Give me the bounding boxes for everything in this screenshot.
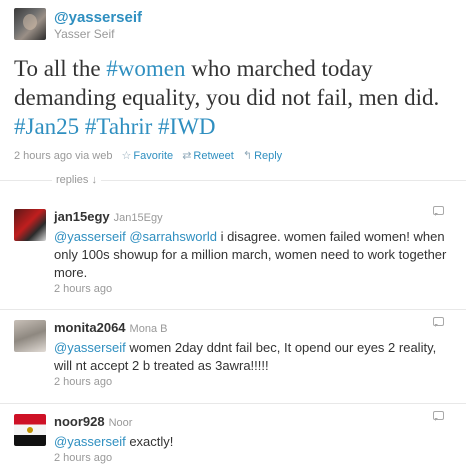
hashtag-jan25[interactable]: #Jan25 (14, 114, 79, 139)
tweet-meta: 2 hours ago via web ☆ Favorite ⇄ Retweet ↰… (14, 149, 282, 162)
reply-screen-name[interactable]: jan15egy Jan15Egy (54, 209, 163, 224)
reply-label: Reply (254, 150, 283, 162)
reply-separator (0, 403, 466, 404)
mention-link[interactable]: @yasserseif (54, 340, 126, 355)
mention-link[interactable]: @yasserseif (54, 434, 126, 449)
hashtag-iwd[interactable]: #IWD (158, 114, 215, 139)
reply-real-name: Jan15Egy (113, 212, 163, 224)
reply-text: @yasserseif women 2day ddnt fail bec, It… (54, 339, 449, 375)
tweet-header: @yasserseif Yasser Seif (14, 8, 454, 41)
mention-link[interactable]: @sarrahsworld (129, 229, 217, 244)
reply-bubble-icon[interactable] (433, 411, 444, 421)
reply-avatar[interactable] (14, 414, 46, 446)
reply-button[interactable]: ↰ Reply (243, 150, 282, 162)
favorite-button[interactable]: ☆ Favorite (122, 150, 174, 162)
tweet-text-segment: To all the (14, 56, 107, 81)
hashtag-women[interactable]: #women (106, 56, 185, 81)
reply-item: noor928 Noor @yasserseif exactly! 2 hours… (0, 411, 466, 470)
retweet-icon: ⇄ (182, 150, 192, 162)
reply-screen-name[interactable]: noor928 Noor (54, 414, 132, 429)
reply-text: @yasserseif exactly! (54, 433, 449, 451)
reply-screen-name-text[interactable]: jan15egy (54, 209, 110, 224)
reply-screen-name[interactable]: monita2064 Mona B (54, 320, 167, 335)
author-screen-name[interactable]: @yasserseif (54, 9, 142, 26)
reply-screen-name-text[interactable]: noor928 (54, 414, 105, 429)
star-icon: ☆ (121, 150, 132, 162)
retweet-button[interactable]: ⇄ Retweet (182, 150, 234, 162)
hashtag-tahrir[interactable]: #Tahrir (85, 114, 152, 139)
reply-real-name: Noor (108, 417, 133, 429)
reply-avatar[interactable] (14, 320, 46, 352)
reply-text: @yasserseif @sarrahsworld i disagree. wo… (54, 228, 449, 282)
reply-timestamp[interactable]: 2 hours ago (54, 452, 112, 464)
favorite-label: Favorite (133, 150, 174, 162)
author-avatar[interactable] (14, 8, 46, 40)
reply-timestamp[interactable]: 2 hours ago (54, 283, 112, 295)
reply-item: jan15egy Jan15Egy @yasserseif @sarrahswor… (0, 206, 466, 299)
retweet-label: Retweet (193, 150, 234, 162)
reply-timestamp[interactable]: 2 hours ago (54, 376, 112, 388)
mention-link[interactable]: @yasserseif (54, 229, 126, 244)
tweet-text: To all the #women who marched today dema… (14, 54, 454, 141)
reply-real-name: Mona B (129, 323, 168, 335)
tweet-timestamp: 2 hours ago via web (14, 150, 113, 162)
reply-arrow-icon: ↰ (242, 150, 253, 162)
author-full-name: Yasser Seif (54, 27, 115, 41)
reply-avatar[interactable] (14, 209, 46, 241)
replies-toggle[interactable]: replies ↓ (52, 174, 101, 186)
reply-separator (0, 309, 466, 310)
reply-screen-name-text[interactable]: monita2064 (54, 320, 126, 335)
reply-item: monita2064 Mona B @yasserseif women 2day … (0, 317, 466, 394)
reply-bubble-icon[interactable] (433, 317, 444, 327)
reply-body: exactly! (125, 434, 174, 449)
reply-bubble-icon[interactable] (433, 206, 444, 216)
